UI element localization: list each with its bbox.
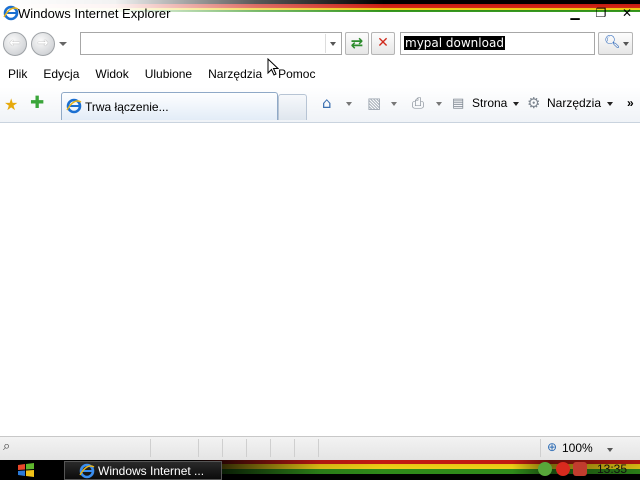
address-input[interactable] [80,32,342,55]
tab-active[interactable]: Trwa łączenie... [61,92,278,120]
title-bar: Windows Internet Explorer ▁ ❐ ✕ [0,0,640,28]
internet-explorer-icon [66,98,82,114]
mouse-cursor-icon [267,58,279,76]
forward-arrow-icon: → [37,36,49,51]
security-shield-icon[interactable] [573,462,587,476]
tools-menu-dropdown[interactable] [607,102,613,106]
search-button[interactable]: 🔍︎ [598,32,633,55]
command-bar: ★ ✚ Trwa łączenie... ⌂ ▧ ⎙ ▤ Strona ⚙ Na… [0,87,640,123]
page-menu-dropdown[interactable] [513,102,519,106]
feeds-dropdown[interactable] [391,102,397,106]
home-icon[interactable]: ⌂ [322,94,332,112]
restore-icon[interactable]: ❐ [594,6,608,20]
status-bar: ⌕ ⊕ 100% [0,436,640,460]
menu-item-plik[interactable]: Plik [8,67,27,81]
tab-label: Trwa łączenie... [85,100,169,114]
magnifier-icon: 🔍︎ [604,35,621,50]
address-history-dropdown[interactable] [325,34,341,53]
taskbar: Windows Internet ... 13:35 [0,460,640,480]
menu-item-widok[interactable]: Widok [95,67,128,81]
page-content[interactable] [0,123,640,436]
internet-explorer-icon [3,5,19,21]
menu-item-narzedzia[interactable]: Narzędzia [208,67,262,81]
page-menu-button[interactable]: Strona [472,96,507,110]
zoom-dropdown[interactable] [607,448,613,452]
magnifier-icon: ⌕ [3,439,11,454]
refresh-button[interactable]: ⇄ [345,32,369,55]
forward-button[interactable]: → [31,32,55,56]
menu-item-ulubione[interactable]: Ulubione [145,67,192,81]
search-text-selected: mypal download [404,36,505,50]
stop-button[interactable]: ✕ [371,32,395,55]
close-icon[interactable]: ✕ [620,6,634,20]
menu-item-edycja[interactable]: Edycja [43,67,79,81]
taskbar-clock[interactable]: 13:35 [597,462,627,476]
internet-explorer-icon [79,463,95,479]
print-icon[interactable]: ⎙ [412,94,424,112]
minimize-icon[interactable]: ▁ [568,6,582,20]
status-divider [318,439,319,457]
warning-tray-icon[interactable] [556,462,570,476]
status-divider [294,439,295,457]
window-title: Windows Internet Explorer [18,6,171,21]
search-input[interactable]: mypal download [400,32,595,55]
print-dropdown[interactable] [436,102,442,106]
favorites-star-icon[interactable]: ★ [4,95,18,114]
back-button[interactable]: ← [3,32,27,56]
add-favorite-icon[interactable]: ✚ [30,93,44,113]
menu-bar: Plik Edycja Widok Ulubione Narzędzia Pom… [0,61,640,87]
menu-item-pomoc[interactable]: Pomoc [278,67,315,81]
status-divider [270,439,271,457]
status-divider [222,439,223,457]
stop-icon: ✕ [377,35,389,51]
status-divider [246,439,247,457]
page-icon: ▤ [452,96,465,111]
zoom-level[interactable]: 100% [562,441,593,455]
home-dropdown[interactable] [346,102,352,106]
gear-icon: ⚙ [527,94,541,112]
status-divider [198,439,199,457]
rss-feed-icon[interactable]: ▧ [367,94,381,112]
more-commands-chevron-icon[interactable]: » [627,96,634,110]
zoom-icon[interactable]: ⊕ [547,440,557,454]
back-arrow-icon: ← [9,36,21,51]
taskbar-item-label: Windows Internet ... [98,464,205,478]
taskbar-item-internet-explorer[interactable]: Windows Internet ... [64,461,222,480]
new-tab-button[interactable] [278,94,307,120]
recent-pages-dropdown[interactable] [59,42,67,46]
refresh-icon: ⇄ [350,34,364,52]
network-tray-icon[interactable] [538,462,552,476]
status-divider [540,439,541,457]
search-options-dropdown[interactable] [623,42,629,46]
windows-start-icon[interactable] [16,462,38,478]
address-toolbar: ← → ⇄ ✕ mypal download 🔍︎ [0,28,640,61]
status-divider [150,439,151,457]
tools-menu-button[interactable]: Narzędzia [547,96,601,110]
